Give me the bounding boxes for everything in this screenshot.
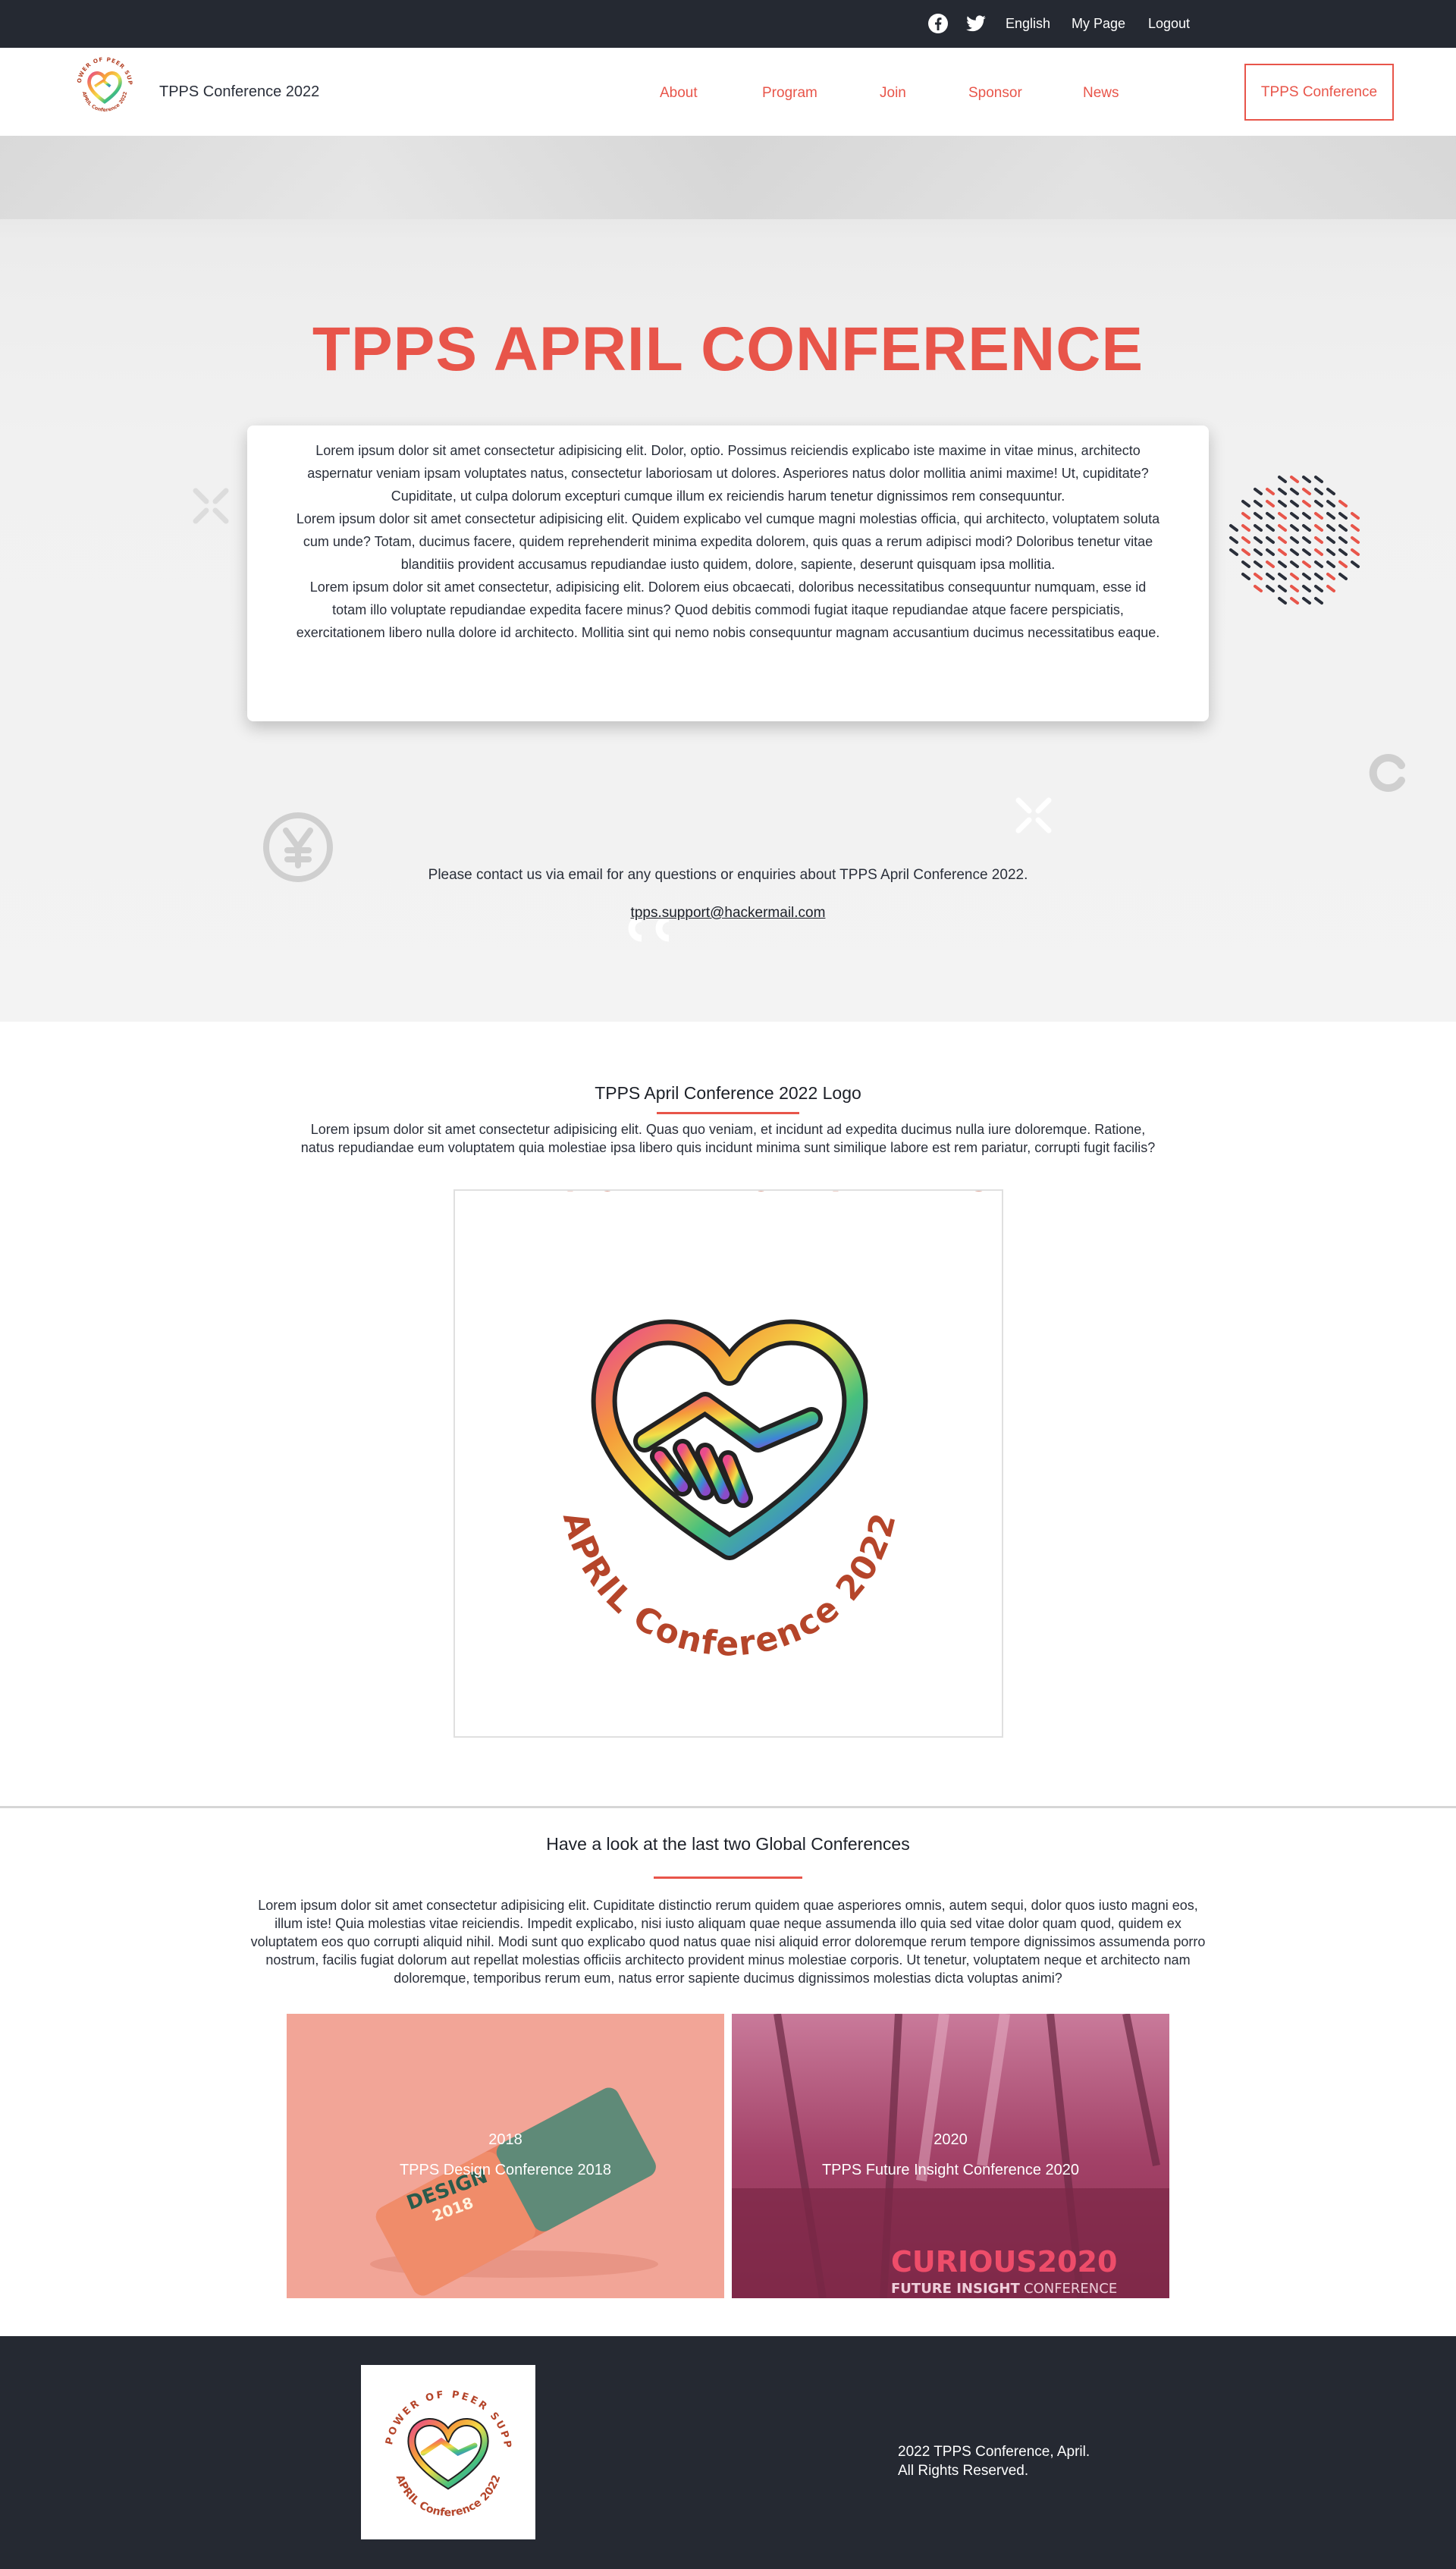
svg-text:FUTURE INSIGHT: FUTURE INSIGHT [891,2281,1020,2297]
copyright-line: 2022 TPPS Conference, April. [898,2444,1090,2460]
hero-paragraph: Lorem ipsum dolor sit amet consectetur a… [307,443,1149,504]
footer-copyright: 2022 TPPS Conference, April. All Rights … [898,2442,1090,2480]
svg-text:CURIOUS2020: CURIOUS2020 [891,2245,1117,2278]
logo-section-text: Lorem ipsum dolor sit amet consectetur a… [300,1122,1156,1155]
brand-logo[interactable]: THE POWER OF PEER SUPPORT APRIL Conferen… [67,45,140,120]
hero-title: TPPS APRIL CONFERENCE [312,315,1144,384]
conference-year: 2020 [934,2131,968,2148]
contact-email-link[interactable]: tpps.support@hackermail.com [0,905,1456,922]
conference-year: 2018 [488,2131,522,2148]
svg-text:CONFERENCE: CONFERENCE [1024,2281,1117,2297]
conference-2018-image: DESIGN 2018 [287,2014,724,2298]
pattern-circle-icon [1229,476,1360,605]
hero-paragraph: Lorem ipsum dolor sit amet consectetur, … [296,579,1160,640]
hero-background-photo [0,136,1456,219]
section-divider [0,1806,1456,1808]
nav-sponsor[interactable]: Sponsor [968,85,1022,102]
global-section-text: Lorem ipsum dolor sit amet consectetur a… [250,1898,1206,1986]
hero-description-card: Lorem ipsum dolor sit amet consectetur a… [247,426,1209,721]
svg-text:THE POWER OF PEER SUPPORT: THE POWER OF PEER SUPPORT [361,2365,513,2451]
nav-about[interactable]: About [660,85,698,102]
my-page-link[interactable]: My Page [1072,15,1125,32]
footer: THE POWER OF PEER SUPPORT APRIL Conferen… [0,2336,1456,2569]
nav-join[interactable]: Join [880,85,906,102]
svg-text:APRIL Conference 2022: APRIL Conference 2022 [555,1508,904,1663]
conference-2020-image: CURIOUS2020 FUTURE INSIGHT CONFERENCE [732,2014,1169,2298]
conference-name: TPPS Design Conference 2018 [399,2162,612,2178]
facebook-icon[interactable] [927,13,949,34]
copyright-line: All Rights Reserved. [898,2463,1029,2479]
refresh-c-icon [1369,754,1405,792]
title-underline [654,1877,802,1879]
nav-program[interactable]: Program [762,85,817,102]
hero-section: TPPS APRIL CONFERENCE Lorem ipsum dolor … [0,136,1456,1022]
conference-button[interactable]: TPPS Conference [1244,64,1394,121]
logout-link[interactable]: Logout [1148,15,1190,32]
svg-text:THE POWER OF PEER SUPPORT: THE POWER OF PEER SUPPORT [455,1191,1002,1198]
top-bar: English My Page Logout [0,0,1456,48]
footer-logo: THE POWER OF PEER SUPPORT APRIL Conferen… [356,2357,535,2539]
logo-section-title: TPPS April Conference 2022 Logo [595,1083,861,1103]
cross-arrows-icon [1015,797,1052,834]
language-selector[interactable]: English [1006,15,1050,32]
cross-arrows-icon [193,488,229,524]
brand-name[interactable]: TPPS Conference 2022 [159,83,319,101]
conference-name: TPPS Future Insight Conference 2020 [821,2162,1080,2178]
global-section-title: Have a look at the last two Global Confe… [546,1834,910,1854]
hero-paragraph: Lorem ipsum dolor sit amet consectetur a… [296,511,1160,572]
conference-logo-image: THE POWER OF PEER SUPPORT APRIL Conferen… [453,1164,1175,1738]
contact-text: Please contact us via email for any ques… [428,867,1028,883]
conference-card-2018[interactable]: DESIGN 2018 2018 TPPS Design Conference … [287,2014,724,2298]
nav-news[interactable]: News [1083,85,1119,102]
title-underline [657,1112,799,1114]
twitter-icon[interactable] [965,13,987,34]
conference-card-2020[interactable]: CURIOUS2020 FUTURE INSIGHT CONFERENCE 20… [732,2014,1169,2298]
